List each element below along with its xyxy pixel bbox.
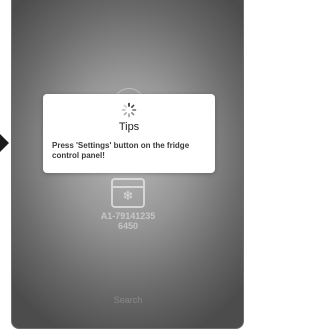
tips-dialog: Tips Press 'Settings' button on the frid… — [43, 94, 215, 173]
device-name-line2: 6450 — [117, 221, 139, 231]
device-name-line1: A1-79141235 — [100, 211, 156, 221]
snowflake-icon: ❄ — [122, 188, 134, 203]
phone-screen: ❄ A1-79141235 6450 Search Tips Press 'Se… — [11, 0, 244, 329]
fridge-icon[interactable]: ❄ — [111, 178, 145, 208]
loading-spinner-icon — [121, 102, 137, 118]
search-button[interactable]: Search — [92, 295, 164, 305]
screen: ❄ A1-79141235 6450 Search Tips Press 'Se… — [0, 0, 255, 329]
left-arrow-icon — [0, 134, 9, 152]
dialog-message: Press 'Settings' button on the fridge co… — [52, 141, 190, 160]
dialog-title: Tips — [118, 121, 140, 133]
